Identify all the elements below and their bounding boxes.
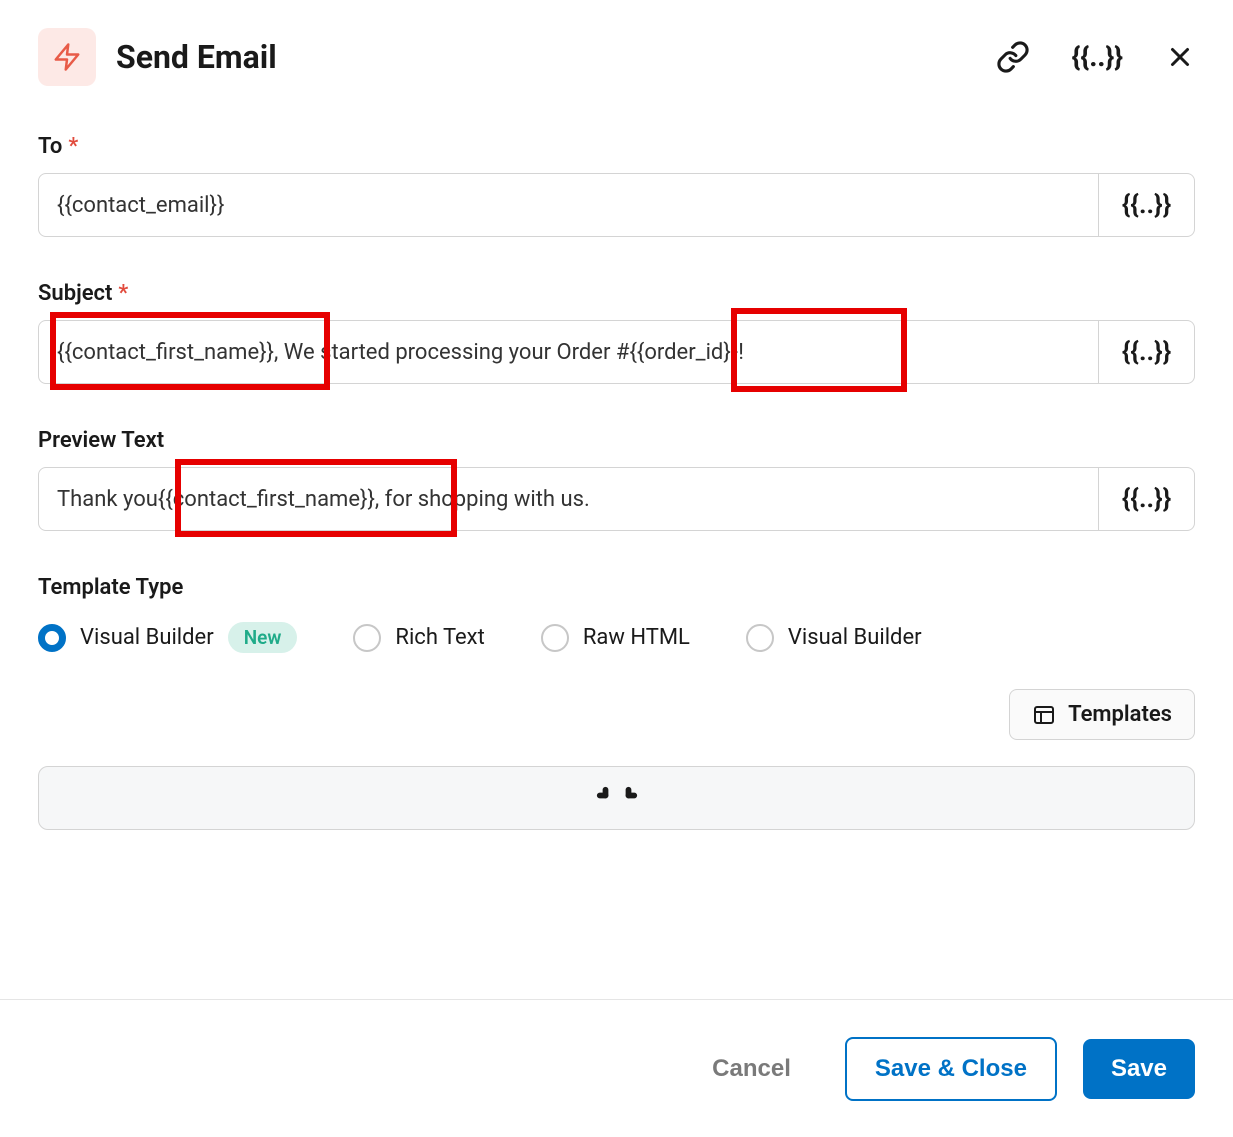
link-icon[interactable]	[996, 40, 1030, 74]
to-input[interactable]: {{contact_email}}	[38, 173, 1099, 237]
to-variables-button[interactable]: {{..}}	[1099, 173, 1195, 237]
save-button[interactable]: Save	[1083, 1039, 1195, 1099]
template-type-section: Template Type Visual Builder New Rich Te…	[38, 575, 1195, 653]
required-marker: *	[68, 134, 78, 159]
templates-button[interactable]: Templates	[1009, 689, 1195, 740]
preview-field: Preview Text Thank you {{contact_first_n…	[38, 428, 1195, 531]
radio-raw-html[interactable]: Raw HTML	[541, 624, 690, 652]
variables-icon[interactable]: {{..}}	[1072, 41, 1123, 73]
template-type-label: Template Type	[38, 575, 183, 600]
page-title: Send Email	[116, 38, 976, 76]
preview-input[interactable]: Thank you {{contact_first_name}}, for sh…	[38, 467, 1099, 531]
to-label: To	[38, 134, 62, 159]
radio-visual-builder[interactable]: Visual Builder New	[38, 622, 297, 653]
preview-label: Preview Text	[38, 428, 164, 453]
close-icon[interactable]	[1165, 42, 1195, 72]
radio-rich-text[interactable]: Rich Text	[353, 624, 484, 652]
radio-label: Raw HTML	[583, 625, 690, 650]
subject-variables-button[interactable]: {{..}}	[1099, 320, 1195, 384]
required-marker: *	[118, 281, 128, 306]
radio-icon	[541, 624, 569, 652]
crop-icon	[594, 784, 640, 830]
footer: Cancel Save & Close Save	[0, 999, 1233, 1137]
panel-header: Send Email {{..}}	[38, 28, 1195, 86]
template-type-radio-group: Visual Builder New Rich Text Raw HTML Vi…	[38, 622, 1195, 653]
radio-icon	[353, 624, 381, 652]
bolt-icon	[38, 28, 96, 86]
subject-input[interactable]: {{contact_first_name}}, We started proce…	[38, 320, 1099, 384]
subject-field: Subject * {{contact_first_name}}, We sta…	[38, 281, 1195, 384]
radio-label: Visual Builder	[80, 625, 214, 650]
radio-icon	[746, 624, 774, 652]
radio-icon	[38, 624, 66, 652]
save-close-button[interactable]: Save & Close	[845, 1037, 1057, 1101]
templates-icon	[1032, 703, 1056, 727]
subject-label: Subject	[38, 281, 112, 306]
templates-label: Templates	[1068, 702, 1172, 727]
preview-pane	[38, 766, 1195, 830]
radio-visual-builder-2[interactable]: Visual Builder	[746, 624, 922, 652]
radio-label: Visual Builder	[788, 625, 922, 650]
cancel-button[interactable]: Cancel	[684, 1039, 819, 1099]
radio-label: Rich Text	[395, 625, 484, 650]
preview-variables-button[interactable]: {{..}}	[1099, 467, 1195, 531]
to-field: To * {{contact_email}} {{..}}	[38, 134, 1195, 237]
new-badge: New	[228, 622, 298, 653]
